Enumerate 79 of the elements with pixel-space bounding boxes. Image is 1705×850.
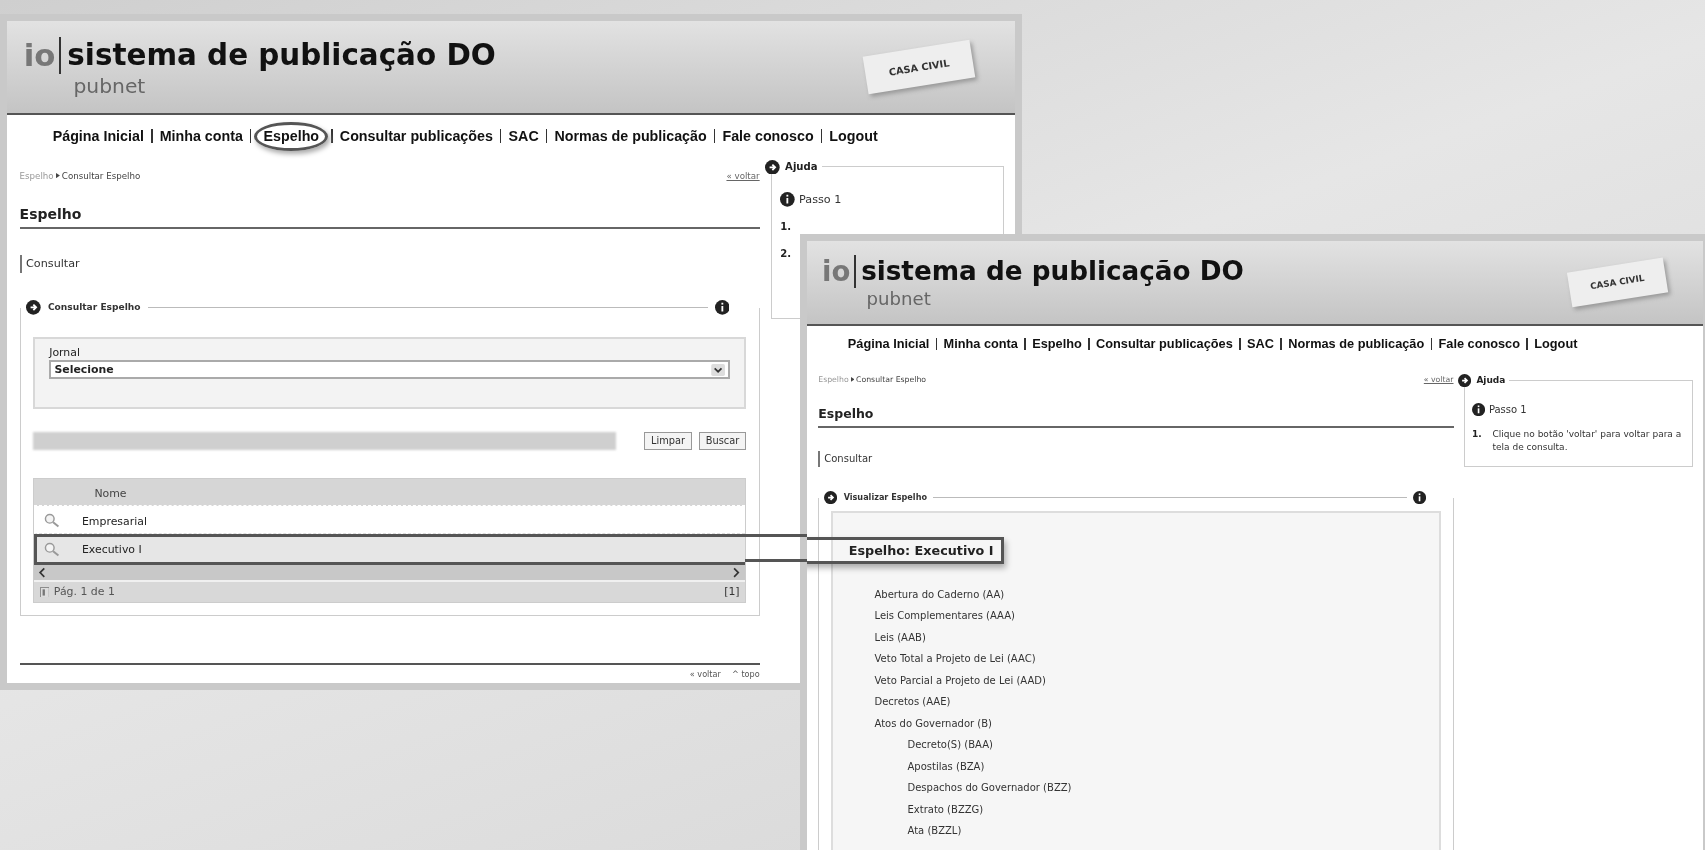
section-link[interactable]: Extrato (BZZG) (847, 803, 1425, 815)
info-icon[interactable] (714, 299, 730, 315)
back-link[interactable]: « voltar (726, 170, 760, 181)
site-subtitle: pubnet (73, 73, 147, 98)
nav-link[interactable]: Fale conosco (722, 128, 814, 145)
page-title: Espelho (19, 206, 760, 229)
panel-title: Consultar Espelho (47, 302, 141, 313)
step-number: 1. (780, 220, 792, 235)
tab[interactable]: Consultar (818, 450, 877, 467)
site-logo: io (23, 36, 62, 74)
form-button[interactable]: Limpar (644, 432, 692, 450)
breadcrumb-arrow-icon (55, 173, 60, 179)
magnifier-icon (44, 513, 60, 529)
nav-link[interactable]: Consultar publicações (339, 128, 493, 145)
help-title: Ajuda (1476, 375, 1506, 386)
pager-text: Pág. 1 de 1 (53, 585, 116, 599)
nav-link[interactable]: Minha conta (943, 336, 1018, 352)
chevron-down-icon (710, 363, 725, 376)
nav-link[interactable]: Espelho (254, 121, 329, 151)
nav-link[interactable]: Consultar publicações (1096, 336, 1233, 352)
nav-link[interactable]: Minha conta (159, 128, 243, 145)
mirror-heading: Espelho: Executivo I (807, 536, 1005, 565)
magnifier-icon (44, 541, 60, 558)
table-cell: Executivo I (81, 543, 142, 557)
section-link[interactable]: Apostilas (BZA) (847, 760, 1425, 772)
nav-link[interactable]: Fale conosco (1438, 336, 1520, 352)
page-link[interactable]: [1] (724, 585, 740, 599)
field-label: Jornal (49, 345, 81, 359)
section-link[interactable]: Abertura do Caderno (AA) (847, 588, 1425, 600)
section-link[interactable]: Atos do Governador (B) (847, 717, 1425, 729)
column-header: Nome (94, 486, 127, 500)
step-number: 2. (780, 247, 792, 262)
nav-link[interactable]: Normas de publicação (1288, 336, 1425, 352)
footer-link[interactable]: ^ topo (732, 668, 760, 679)
panel-title: Visualizar Espelho (843, 492, 927, 503)
breadcrumb-arrow-icon (850, 377, 855, 382)
page-icon (39, 586, 50, 598)
section-link[interactable]: Leis Complementares (AAA) (847, 610, 1425, 622)
section-link[interactable]: Veto Total a Projeto de Lei (AAC) (847, 653, 1425, 665)
nav-link[interactable]: Logout (1534, 336, 1578, 352)
nav-link[interactable]: Espelho (1032, 336, 1082, 352)
nav-link[interactable]: SAC (1247, 336, 1274, 352)
nav-link[interactable]: SAC (508, 128, 539, 145)
footer-link[interactable]: « voltar (689, 668, 721, 679)
header-tag: CASA CIVIL (1566, 257, 1668, 307)
page-title: Espelho (818, 406, 1454, 428)
circle-arrow-icon (824, 490, 838, 504)
select-field[interactable]: Selecione (49, 360, 731, 380)
info-icon (1472, 403, 1486, 417)
site-title: sistema de publicação DO (861, 255, 1244, 289)
chevron-right-icon[interactable] (732, 566, 741, 579)
section-link[interactable]: Decretos (AAE) (847, 696, 1425, 708)
tab[interactable]: Consultar (19, 254, 85, 274)
chevron-left-icon[interactable] (38, 566, 47, 579)
step-number: 1. (1472, 427, 1482, 441)
step-title: Passo 1 (799, 193, 842, 207)
step-text: Clique no botão 'voltar' para voltar para a tela de consulta. (1492, 427, 1683, 454)
table-cell: Empresarial (81, 514, 147, 528)
step-title: Passo 1 (1488, 404, 1527, 416)
section-link[interactable]: Leis (AAB) (847, 631, 1425, 643)
site-title: sistema de publicação DO (67, 36, 496, 74)
connector-line (745, 534, 807, 562)
info-icon[interactable] (1413, 490, 1427, 504)
table-row[interactable]: Executivo I (34, 534, 746, 565)
section-link[interactable]: Veto Parcial a Projeto de Lei (AAD) (847, 674, 1425, 686)
site-logo: io (822, 255, 856, 289)
nav-link[interactable]: Página Inicial (52, 128, 144, 145)
form-button[interactable]: Buscar (698, 432, 747, 450)
section-link[interactable]: Decreto(S) (BAA) (847, 739, 1425, 751)
section-link[interactable]: Ata (BZZL) (847, 825, 1425, 837)
nav-link[interactable]: Página Inicial (847, 336, 930, 352)
nav-link[interactable]: Normas de publicação (554, 128, 707, 145)
header-tag: CASA CIVIL (862, 39, 976, 95)
info-icon (780, 192, 795, 208)
nav-link[interactable]: Logout (829, 128, 878, 145)
breadcrumb-link[interactable]: Consultar Espelho (61, 170, 141, 181)
section-link[interactable]: Despachos do Governador (BZZ) (847, 782, 1425, 794)
site-subtitle: pubnet (866, 288, 932, 310)
help-title: Ajuda (785, 161, 818, 173)
